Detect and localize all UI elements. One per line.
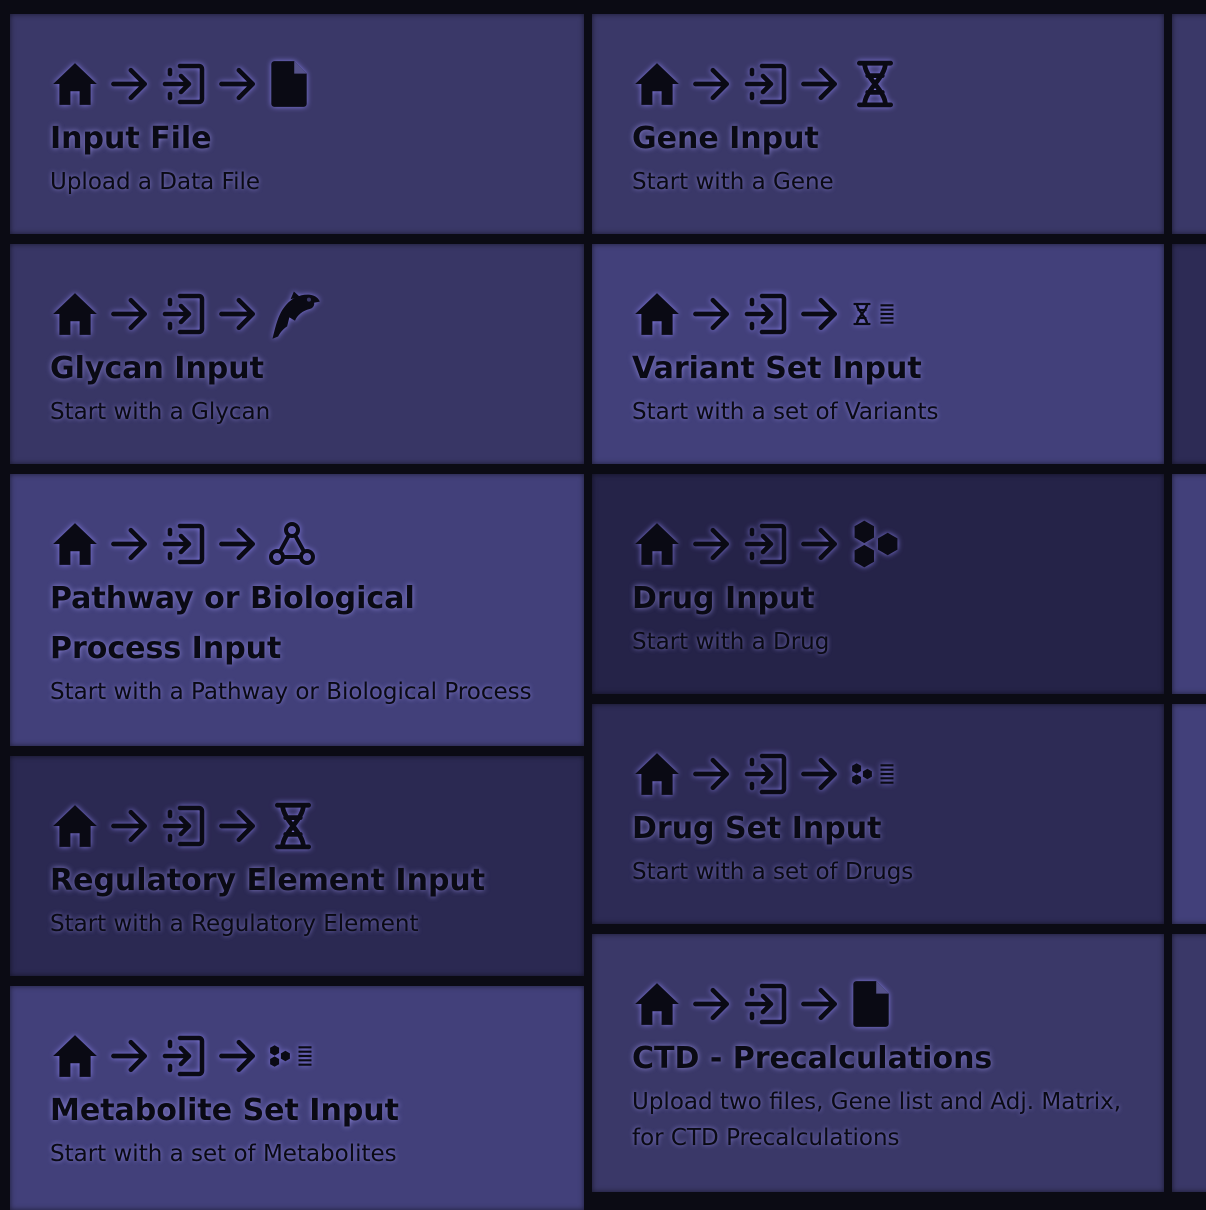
breadcrumb-icons	[632, 514, 1124, 574]
card-title: Regulatory Element Input	[50, 863, 486, 898]
arrow-right-icon	[798, 982, 842, 1026]
arrow-right-icon	[108, 522, 152, 566]
card-subtitle: Start with a Pathway or Biological Proce…	[50, 679, 532, 705]
card-edge[interactable]	[1172, 244, 1206, 464]
arrow-right-icon	[690, 982, 734, 1026]
home-icon	[50, 519, 100, 569]
arrow-right-icon	[690, 62, 734, 106]
arrow-right-icon	[798, 62, 842, 106]
card-subtitle: Start with a set of Drugs	[632, 859, 914, 885]
pathway-icon	[268, 520, 316, 568]
card-subtitle: Start with a Regulatory Element	[50, 911, 419, 937]
list-icon	[874, 301, 900, 327]
input-icon	[160, 802, 208, 850]
dna-icon	[268, 801, 318, 851]
input-icon	[742, 520, 790, 568]
home-icon	[632, 519, 682, 569]
card-input-file[interactable]: Input File Upload a Data File	[10, 14, 584, 234]
card-title: Pathway or Biological Process Input	[50, 581, 415, 666]
breadcrumb-icons	[50, 54, 544, 114]
dna-icon	[850, 59, 900, 109]
arrow-right-icon	[216, 62, 260, 106]
card-edge[interactable]	[1172, 934, 1206, 1192]
file-icon	[268, 59, 310, 109]
card-subtitle: Start with a Glycan	[50, 399, 271, 425]
card-ctd-precalculations[interactable]: CTD - Precalculations Upload two files, …	[592, 934, 1164, 1192]
card-metabolite-set-input[interactable]: Metabolite Set Input Start with a set of…	[10, 986, 584, 1210]
card-title: Gene Input	[632, 121, 819, 156]
input-icon	[160, 60, 208, 108]
card-title: Input File	[50, 121, 212, 156]
card-title: CTD - Precalculations	[632, 1041, 993, 1076]
home-icon	[632, 59, 682, 109]
arrow-right-icon	[798, 522, 842, 566]
card-subtitle: Start with a set of Variants	[632, 399, 939, 425]
card-drug-input[interactable]: Drug Input Start with a Drug	[592, 474, 1164, 694]
breadcrumb-icons	[632, 974, 1124, 1034]
arrow-right-icon	[108, 62, 152, 106]
dna-set-icon	[850, 301, 874, 327]
dolphin-icon	[268, 287, 322, 341]
input-icon	[742, 980, 790, 1028]
card-edge[interactable]	[1172, 474, 1206, 694]
input-icon	[742, 290, 790, 338]
arrow-right-icon	[216, 1034, 260, 1078]
home-icon	[50, 801, 100, 851]
card-title: Drug Input	[632, 581, 815, 616]
arrow-right-icon	[108, 1034, 152, 1078]
arrow-right-icon	[690, 752, 734, 796]
home-icon	[50, 59, 100, 109]
card-variant-set-input[interactable]: Variant Set Input Start with a set of Va…	[592, 244, 1164, 464]
input-icon	[742, 750, 790, 798]
molecule-icon	[850, 518, 902, 570]
home-icon	[632, 289, 682, 339]
arrow-right-icon	[216, 292, 260, 336]
home-icon	[632, 749, 682, 799]
card-title: Glycan Input	[50, 351, 264, 386]
arrow-right-icon	[108, 804, 152, 848]
card-subtitle: Start with a set of Metabolites	[50, 1141, 397, 1167]
molecule-set-icon	[268, 1043, 292, 1069]
breadcrumb-icons	[50, 284, 544, 344]
arrow-right-icon	[798, 752, 842, 796]
arrow-right-icon	[216, 804, 260, 848]
card-edge[interactable]	[1172, 14, 1206, 234]
breadcrumb-icons	[50, 796, 544, 856]
file-icon	[850, 979, 892, 1029]
list-icon	[874, 761, 900, 787]
breadcrumb-icons	[50, 514, 544, 574]
card-gene-input[interactable]: Gene Input Start with a Gene	[592, 14, 1164, 234]
arrow-right-icon	[798, 292, 842, 336]
breadcrumb-icons	[632, 284, 1124, 344]
molecule-set-icon	[850, 761, 874, 787]
home-icon	[50, 289, 100, 339]
breadcrumb-icons	[632, 744, 1124, 804]
list-icon	[292, 1043, 318, 1069]
arrow-right-icon	[690, 522, 734, 566]
input-icon	[742, 60, 790, 108]
card-subtitle: Upload a Data File	[50, 169, 261, 195]
breadcrumb-icons	[632, 54, 1124, 114]
card-subtitle: Upload two files, Gene list and Adj. Mat…	[632, 1089, 1122, 1151]
input-icon	[160, 520, 208, 568]
arrow-right-icon	[108, 292, 152, 336]
card-edge[interactable]	[1172, 704, 1206, 924]
card-title: Variant Set Input	[632, 351, 922, 386]
card-subtitle: Start with a Gene	[632, 169, 834, 195]
card-title: Metabolite Set Input	[50, 1093, 399, 1128]
home-icon	[50, 1031, 100, 1081]
input-icon	[160, 290, 208, 338]
home-icon	[632, 979, 682, 1029]
breadcrumb-icons	[50, 1026, 544, 1086]
card-regulatory-element-input[interactable]: Regulatory Element Input Start with a Re…	[10, 756, 584, 976]
input-icon	[160, 1032, 208, 1080]
card-glycan-input[interactable]: Glycan Input Start with a Glycan	[10, 244, 584, 464]
arrow-right-icon	[690, 292, 734, 336]
arrow-right-icon	[216, 522, 260, 566]
card-pathway-input[interactable]: Pathway or Biological Process Input Star…	[10, 474, 584, 746]
card-subtitle: Start with a Drug	[632, 629, 830, 655]
card-drug-set-input[interactable]: Drug Set Input Start with a set of Drugs	[592, 704, 1164, 924]
card-title: Drug Set Input	[632, 811, 882, 846]
